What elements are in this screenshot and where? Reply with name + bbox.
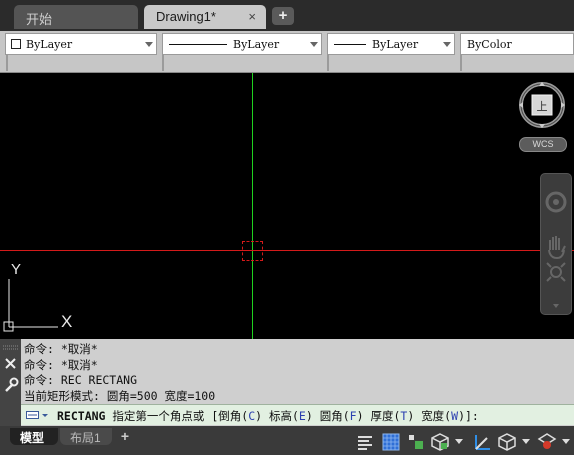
tab-layout1[interactable]: 布局1 bbox=[60, 428, 112, 445]
chevron-down-icon bbox=[443, 42, 451, 47]
viewcube-face-label: 上 bbox=[537, 100, 548, 113]
toolbar-grip bbox=[460, 55, 462, 71]
grid-icon[interactable] bbox=[381, 432, 401, 452]
plotstyle-value: ByColor bbox=[467, 38, 512, 51]
color-value: ByLayer bbox=[26, 38, 73, 51]
ucs-icon: Y X bbox=[3, 261, 72, 332]
snap-icon[interactable] bbox=[406, 432, 426, 452]
tab-start-label: 开始 bbox=[26, 12, 53, 27]
prompt-option-chamfer[interactable]: 倒角(C) bbox=[218, 409, 269, 423]
workspace-icon[interactable] bbox=[537, 432, 557, 452]
command-window: 命令: *取消* 命令: *取消* 命令: REC RECTANG 当前矩形模式… bbox=[0, 339, 574, 426]
tab-drawing1-label: Drawing1* bbox=[156, 9, 216, 24]
pickbox-cursor bbox=[242, 241, 263, 261]
lineweight-dropdown[interactable]: ByLayer bbox=[327, 33, 455, 55]
history-line: 命令: *取消* bbox=[24, 342, 98, 356]
prompt-option-width[interactable]: 宽度(W) bbox=[421, 409, 465, 423]
linetype-dropdown[interactable]: ByLayer bbox=[162, 33, 322, 55]
3d-object-snap-icon[interactable] bbox=[430, 432, 450, 452]
toolbar-grip bbox=[162, 55, 164, 71]
ucs-y-label: Y bbox=[11, 261, 21, 278]
grip-icon[interactable] bbox=[3, 345, 18, 350]
lineweight-sample bbox=[334, 44, 366, 45]
command-history: 命令: *取消* 命令: *取消* 命令: REC RECTANG 当前矩形模式… bbox=[24, 342, 564, 404]
status-bar: 模型 布局1 + bbox=[0, 426, 574, 455]
color-dropdown[interactable]: ByLayer bbox=[5, 33, 157, 55]
tab-start[interactable]: 开始 bbox=[14, 5, 138, 29]
dynamic-ucs-icon[interactable] bbox=[472, 432, 492, 452]
tab-drawing1[interactable]: Drawing1* × bbox=[144, 5, 266, 29]
tab-model[interactable]: 模型 bbox=[10, 428, 58, 445]
command-input[interactable]: RECTANG 指定第一个角点或 [倒角(C) 标高(E) 圆角(F) 厚度(T… bbox=[21, 404, 574, 425]
model-space-icon[interactable] bbox=[355, 432, 375, 452]
chevron-down-icon[interactable] bbox=[522, 439, 530, 444]
prompt-command-name: RECTANG bbox=[57, 409, 106, 423]
prompt-option-fillet[interactable]: 圆角(F) bbox=[320, 409, 371, 423]
command-window-sidebar bbox=[0, 339, 21, 426]
prompt-option-thickness[interactable]: 厚度(T) bbox=[370, 409, 421, 423]
tab-layout1-label: 布局1 bbox=[70, 431, 101, 445]
isometric-drafting-icon[interactable] bbox=[497, 432, 517, 452]
wcs-label: WCS bbox=[532, 139, 554, 149]
wcs-menu-button[interactable]: WCS bbox=[519, 137, 567, 152]
chevron-down-icon[interactable] bbox=[562, 439, 570, 444]
properties-toolbar: ByLayer ByLayer ByLayer ByColor bbox=[0, 31, 574, 73]
chevron-down-icon[interactable] bbox=[553, 304, 559, 308]
zoom-extents-icon[interactable] bbox=[546, 262, 566, 282]
toolbar-grip bbox=[6, 55, 8, 71]
drawing-canvas[interactable]: Y X 上 WCS bbox=[0, 73, 574, 339]
history-line: 当前矩形模式: 圆角=500 宽度=100 bbox=[24, 388, 216, 403]
history-line: 命令: REC RECTANG bbox=[24, 373, 138, 387]
lineweight-value: ByLayer bbox=[372, 38, 419, 51]
command-prompt: RECTANG 指定第一个角点或 [倒角(C) 标高(E) 圆角(F) 厚度(T… bbox=[57, 409, 479, 423]
color-swatch-icon bbox=[11, 39, 21, 49]
new-tab-button[interactable]: + bbox=[272, 7, 294, 25]
ucs-x-label: X bbox=[61, 312, 72, 331]
chevron-down-icon bbox=[145, 42, 153, 47]
linetype-value: ByLayer bbox=[233, 38, 280, 51]
navigation-bar bbox=[540, 173, 572, 315]
crosshair-vertical bbox=[252, 73, 253, 339]
close-icon[interactable] bbox=[5, 358, 16, 369]
plotstyle-dropdown[interactable]: ByColor bbox=[460, 33, 574, 55]
crosshair-horizontal bbox=[0, 250, 574, 251]
close-icon[interactable]: × bbox=[248, 9, 256, 24]
steering-wheel-icon[interactable] bbox=[545, 191, 567, 213]
new-layout-button[interactable]: + bbox=[117, 429, 133, 444]
viewcube[interactable]: 上 bbox=[518, 81, 566, 129]
history-line: 命令: *取消* bbox=[24, 357, 98, 372]
wrench-icon[interactable] bbox=[5, 377, 19, 392]
prompt-option-elevation[interactable]: 标高(E) bbox=[269, 409, 320, 423]
recent-commands-icon[interactable] bbox=[26, 410, 48, 421]
file-tab-bar: 开始 Drawing1* × + bbox=[0, 0, 574, 31]
tab-model-label: 模型 bbox=[20, 431, 45, 445]
linetype-sample bbox=[169, 44, 227, 45]
toolbar-grip bbox=[327, 55, 329, 71]
chevron-down-icon[interactable] bbox=[455, 439, 463, 444]
chevron-down-icon bbox=[310, 42, 318, 47]
pan-icon[interactable] bbox=[548, 236, 566, 260]
